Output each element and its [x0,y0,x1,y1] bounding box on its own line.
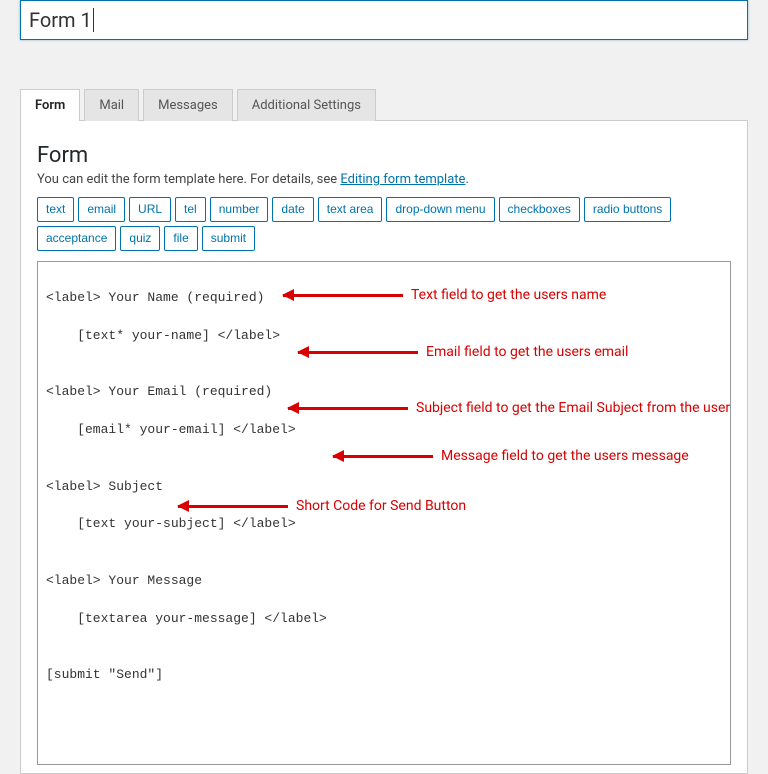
arrow-icon [288,407,408,410]
text-cursor [93,8,94,32]
tag-number-button[interactable]: number [210,197,269,222]
form-title-value: Form 1 [29,7,92,33]
tag-dropdown-button[interactable]: drop-down menu [386,197,494,222]
form-template-textarea[interactable]: <label> Your Name (required) [text* your… [37,261,731,765]
code-line: <label> Subject [46,478,722,497]
code-line: [submit "Send"] [46,666,722,685]
panel-help-text: You can edit the form template here. For… [37,172,731,187]
tag-checkboxes-button[interactable]: checkboxes [499,197,580,222]
help-suffix: . [465,172,468,187]
tag-textarea-button[interactable]: text area [318,197,383,222]
annotation-text: Short Code for Send Button [296,496,466,516]
annotation-text: Subject field to get the Email Subject f… [416,398,730,418]
tab-form-label: Form [35,98,65,113]
form-title-input[interactable]: Form 1 [20,0,748,40]
code-line: [text your-subject] </label> [46,515,722,534]
tab-additional-label: Additional Settings [252,98,361,113]
tag-tel-button[interactable]: tel [175,197,206,222]
annotation-text: Email field to get the users email [426,342,628,362]
tab-additional-settings[interactable]: Additional Settings [237,89,376,121]
tag-email-button[interactable]: email [78,197,125,222]
form-panel: Form You can edit the form template here… [20,120,748,774]
tag-quiz-button[interactable]: quiz [120,226,160,251]
annotation-subject: Subject field to get the Email Subject f… [288,398,730,418]
tab-messages[interactable]: Messages [143,89,233,121]
tag-generator-buttons: text email URL tel number date text area… [37,197,731,251]
panel-heading: Form [37,143,731,168]
code-line: <label> Your Name (required) [46,289,722,308]
tag-acceptance-button[interactable]: acceptance [37,226,116,251]
tab-mail-label: Mail [99,98,124,113]
code-line: [textarea your-message] </label> [46,610,722,629]
annotation-message: Message field to get the users message [333,446,689,466]
tag-url-button[interactable]: URL [129,197,171,222]
tag-date-button[interactable]: date [272,197,313,222]
code-line: <label> Your Email (required) [46,383,722,402]
tag-radio-button[interactable]: radio buttons [584,197,671,222]
tab-form[interactable]: Form [20,89,80,121]
tabs: Form Mail Messages Additional Settings [20,88,748,120]
tag-text-button[interactable]: text [37,197,74,222]
tab-messages-label: Messages [158,98,218,113]
annotation-text: Message field to get the users message [441,446,689,466]
code-line: <label> Your Message [46,572,722,591]
tag-submit-button[interactable]: submit [202,226,255,251]
code-line: [email* your-email] </label> [46,421,722,440]
help-prefix: You can edit the form template here. For… [37,172,340,187]
arrow-icon [178,505,288,508]
tag-file-button[interactable]: file [164,226,197,251]
arrow-icon [298,351,418,354]
tab-mail[interactable]: Mail [84,89,139,121]
arrow-icon [333,455,433,458]
annotation-submit: Short Code for Send Button [178,496,466,516]
annotation-email: Email field to get the users email [298,342,628,362]
editing-form-template-link[interactable]: Editing form template [340,172,465,187]
code-line: [text* your-name] </label> [46,327,722,346]
